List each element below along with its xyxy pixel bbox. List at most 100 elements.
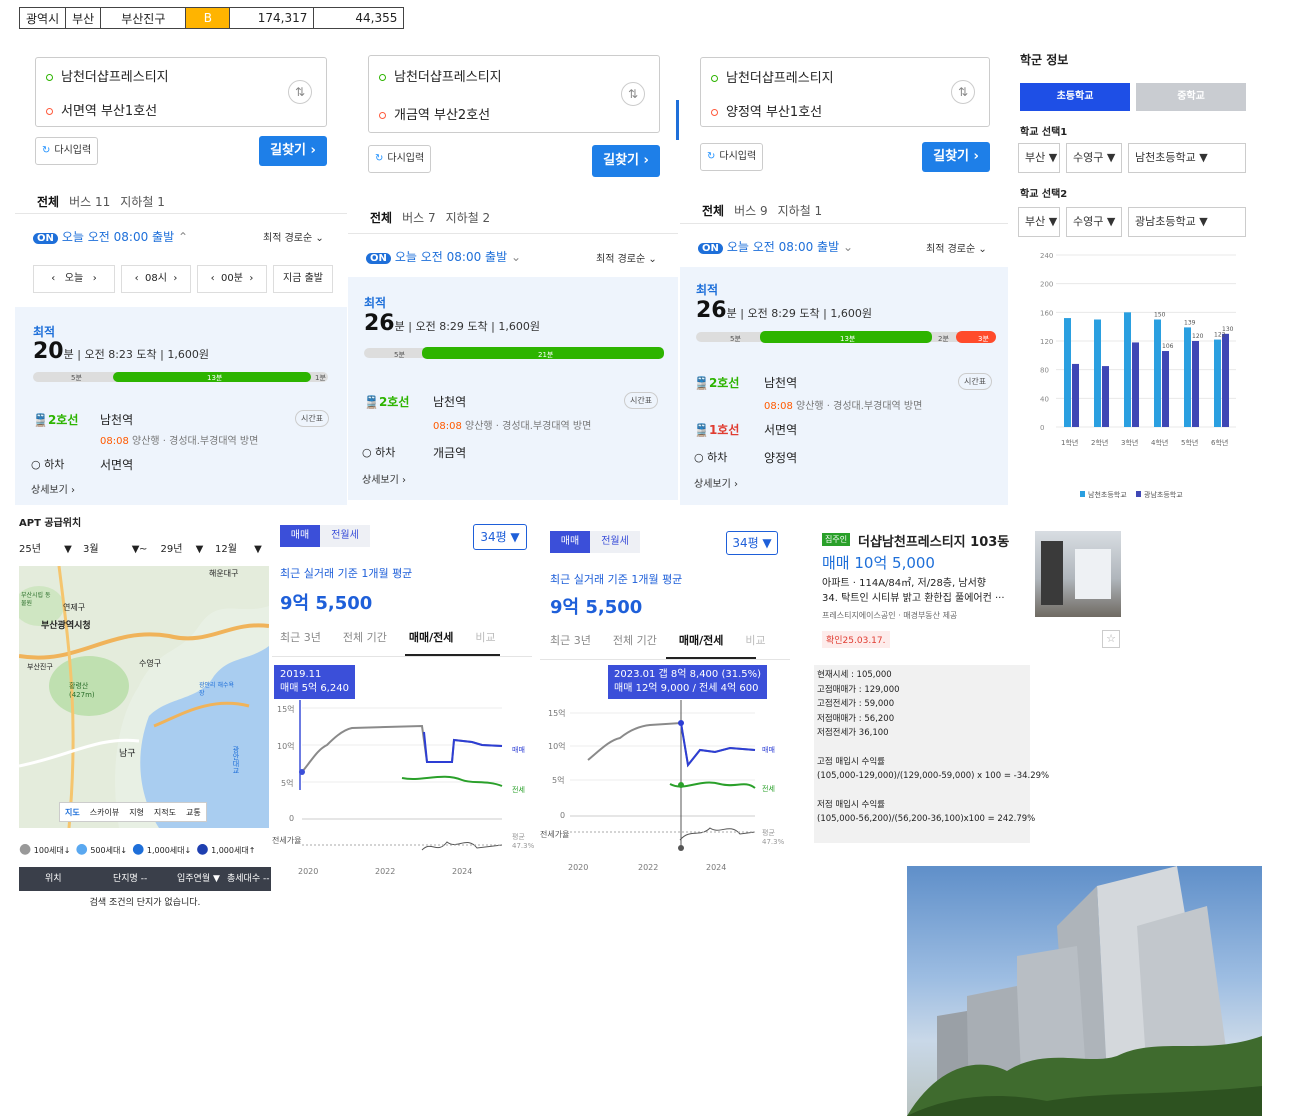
swap-icon[interactable]: ⇅ [951,80,975,104]
sort-dropdown[interactable]: 최적 경로순 ⌄ [263,229,324,244]
pyeong-select[interactable]: 34평 ▼ [726,531,778,555]
select1-city[interactable]: 부산 ▼ [1018,143,1060,173]
x-tick: 2022 [638,863,659,872]
reset-button[interactable]: ↻ 다시입력 [700,143,764,171]
route-summary: 20분 | 오전 8:23 도착 | 1,600원 [33,339,209,364]
star-icon[interactable]: ☆ [1102,630,1120,648]
swap-icon[interactable]: ⇅ [288,80,312,104]
tab-sale-jeonse[interactable]: 매매/전세 [409,631,454,644]
seg-rent[interactable]: 전월세 [590,531,640,553]
reset-button[interactable]: ↻ 다시입력 [35,137,99,165]
timetable-button[interactable]: 시간표 [295,410,330,427]
filter-month-from[interactable]: 3월 ▼ [83,540,139,555]
minute-picker[interactable]: ‹ 00분 › [197,265,267,293]
select1-district[interactable]: 수영구 ▼ [1066,143,1122,173]
listing-card[interactable]: 집주인 더샵남천프레스티지 103동 매매 10억 5,000 아파트 · 11… [818,525,1133,655]
tab-compare[interactable]: 비교 [475,631,495,644]
tab-all-period[interactable]: 전체 기간 [613,634,657,647]
col-move-in[interactable]: 입주연월 ▼ [177,867,220,891]
destination-field[interactable]: 서면역 부산1호선 [46,100,157,119]
select2-district[interactable]: 수영구 ▼ [1066,207,1122,237]
train-icon: 🚆 [694,423,709,437]
filter-month-to[interactable]: 12월 ▼ [215,540,262,555]
detail-link[interactable]: 상세보기 › [31,481,75,496]
tab-all[interactable]: 전체 [370,211,392,225]
tab-bus[interactable]: 버스 9 [734,204,768,218]
seg-sale[interactable]: 매매 [280,525,320,547]
y-tick: 15억 [548,709,566,718]
origin-field[interactable]: 남천더샵프레스티지 [379,66,502,85]
select1-school[interactable]: 남천초등학교 ▼ [1128,143,1246,173]
seg-sale[interactable]: 매매 [550,531,590,553]
col-location[interactable]: 위치 [45,867,62,891]
filter-year-from[interactable]: 25년 ▼ [19,540,72,555]
depart-now-button[interactable]: 지금 출발 [273,265,333,293]
map-label: 황령산 (427m) [69,682,95,699]
timetable-button[interactable]: 시간표 [624,392,659,409]
scrollbar[interactable] [676,100,679,140]
destination-field[interactable]: 개금역 부산2호선 [379,104,490,123]
tab-compare[interactable]: 비교 [745,634,765,647]
origin-field[interactable]: 남천더샵프레스티지 [46,66,169,85]
confirm-date: 확인25.03.17. [822,631,890,648]
alight-label: ○ 하차 [362,446,396,459]
y-tick: 0 [560,811,566,820]
destination-field[interactable]: 양정역 부산1호선 [711,101,822,120]
tab-subway[interactable]: 지하철 2 [446,211,491,225]
best-label: 최적 [696,283,719,297]
map-label: 남구 [119,749,136,759]
depart-time[interactable]: ON 오늘 오전 08:00 출발 ⌃ [33,228,188,245]
listing-price: 매매 10억 5,000 [822,554,935,572]
tab-bus[interactable]: 버스 7 [402,211,436,225]
day-picker[interactable]: ‹ 오늘 › [33,265,115,293]
cell-region-type: 광역시 [18,7,67,29]
detail-link[interactable]: 상세보기 › [694,475,738,490]
hour-picker[interactable]: ‹ 08시 › [121,265,191,293]
chevron-down-icon: ⌄ [315,233,324,244]
sort-dropdown[interactable]: 최적 경로순 ⌄ [926,240,987,255]
bar-namcheon [1154,319,1161,427]
origin-field[interactable]: 남천더샵프레스티지 [711,67,834,86]
school-bar-chart: 0 40 80 120 160 200 240 1학년 2학년 3학년 4학년 5학년 6학년 150 13… [1018,245,1248,515]
tab-subway[interactable]: 지하철 1 [120,195,165,209]
on-badge: ON [366,253,391,264]
select2-school[interactable]: 광남초등학교 ▼ [1128,207,1246,237]
depart-time[interactable]: ON 오늘 오전 08:00 출발 ⌄ [698,238,853,255]
tab-subway[interactable]: 지하철 1 [778,204,823,218]
sort-dropdown[interactable]: 최적 경로순 ⌄ [596,250,657,265]
line-badge: 🚆2호선 [364,395,410,409]
tab-bus[interactable]: 버스 11 [69,195,110,209]
find-route-button[interactable]: 길찾기 › [259,136,327,166]
route-input-box: 남천더샵프레스티지 양정역 부산1호선 ⇅ [700,57,990,127]
col-name[interactable]: 단지명 -- [113,867,147,891]
col-households[interactable]: 총세대수 -- [227,867,269,891]
detail-link[interactable]: 상세보기 › [362,471,406,486]
filter-year-to[interactable]: ~ 29년 ▼ [139,540,203,555]
tab-elementary[interactable]: 초등학교 [1020,83,1130,111]
seg-rent[interactable]: 전월세 [320,525,370,547]
apt-table-header: 위치 단지명 -- 입주연월 ▼ 총세대수 -- [19,867,271,891]
tab-sale-jeonse[interactable]: 매매/전세 [679,634,724,647]
tab-all[interactable]: 전체 [37,195,59,209]
reset-button[interactable]: ↻ 다시입력 [368,145,432,173]
map-tab-traffic[interactable]: 교통 [181,808,206,817]
map-tab-terrain[interactable]: 지형 [124,808,149,817]
tab-3y[interactable]: 최근 3년 [550,634,591,647]
depart-time[interactable]: ON 오늘 오전 08:00 출발 ⌄ [366,248,521,265]
pyeong-select[interactable]: 34평 ▼ [473,524,527,550]
find-route-button[interactable]: 길찾기 › [922,142,990,172]
map-tab-cadastral[interactable]: 지적도 [149,808,181,817]
tab-all[interactable]: 전체 [702,204,724,218]
map-tab-sky[interactable]: 스카이뷰 [85,808,124,817]
find-route-button[interactable]: 길찾기 › [592,145,660,177]
tab-all-period[interactable]: 전체 기간 [343,631,387,644]
tab-middle[interactable]: 중학교 [1136,83,1246,111]
timetable-button[interactable]: 시간표 [958,373,993,390]
tab-3y[interactable]: 최근 3년 [280,631,321,644]
data-label: 139 [1184,319,1196,326]
select2-city[interactable]: 부산 ▼ [1018,207,1060,237]
swap-icon[interactable]: ⇅ [621,82,645,106]
bar-gwangnam [1102,366,1109,427]
map[interactable]: 해운대구 연제구 부산광역시청 부산시립 동물원 수영구 황령산 (427m) … [19,566,269,828]
map-tab-map[interactable]: 지도 [60,808,85,817]
